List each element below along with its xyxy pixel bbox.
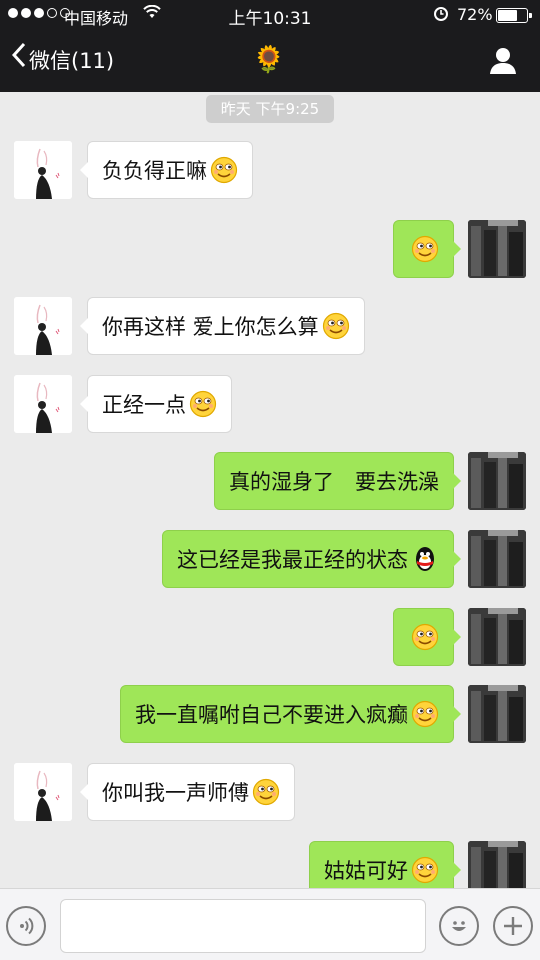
message-input[interactable] — [60, 899, 426, 953]
sent-message-bubble[interactable] — [393, 608, 461, 666]
chevron-left-icon — [11, 42, 26, 74]
battery-percent: 72% — [457, 5, 493, 24]
received-message-bubble[interactable]: 你叫我一声师傅 — [80, 763, 295, 821]
back-button[interactable]: 微信(11) — [11, 42, 115, 76]
received-message-bubble[interactable]: 正经一点 — [80, 375, 232, 433]
more-options-button[interactable] — [493, 906, 533, 946]
penguin-icon — [416, 547, 434, 571]
plus-icon — [504, 917, 522, 935]
person-icon — [490, 48, 516, 74]
my-avatar[interactable] — [468, 685, 526, 743]
message-text: 你再这样 爱上你怎么算 — [102, 315, 319, 339]
chat-area[interactable]: 昨天 下午9:25 负负得正嘛你再这样 爱上你怎么算 正经一点真的湿身了 要去洗澡… — [0, 92, 540, 888]
smirk-face-icon — [411, 700, 439, 728]
sent-message-bubble[interactable] — [393, 220, 461, 278]
my-avatar[interactable] — [468, 220, 526, 278]
my-avatar[interactable] — [468, 841, 526, 888]
voice-icon — [20, 917, 34, 935]
contact-avatar[interactable] — [14, 297, 72, 355]
message-text: 真的湿身了 要去洗澡 — [229, 470, 439, 494]
received-message-bubble[interactable]: 负负得正嘛 — [80, 141, 253, 199]
top-bar: 中国移动 上午10:31 72% 微信(11) 🌻 — [0, 0, 540, 92]
message-text: 正经一点 — [102, 393, 186, 417]
battery-icon — [496, 8, 532, 23]
message-text: 姑姑可好 — [324, 859, 408, 883]
my-avatar[interactable] — [468, 608, 526, 666]
emoji-button[interactable] — [439, 906, 479, 946]
my-avatar[interactable] — [468, 452, 526, 510]
message-text: 这已经是我最正经的状态 — [177, 548, 408, 572]
smirk-face-icon — [252, 778, 280, 806]
sent-message-bubble[interactable]: 我一直嘱咐自己不要进入疯癫 — [120, 685, 461, 743]
smirk-face-icon — [189, 390, 217, 418]
sent-message-bubble[interactable]: 真的湿身了 要去洗澡 — [214, 452, 461, 510]
contact-profile-button[interactable] — [488, 46, 518, 76]
my-avatar[interactable] — [468, 530, 526, 588]
back-label: 微信(11) — [29, 49, 115, 73]
contact-avatar[interactable] — [14, 763, 72, 821]
voice-input-button[interactable] — [6, 906, 46, 946]
contact-avatar[interactable] — [14, 375, 72, 433]
message-timestamp: 昨天 下午9:25 — [206, 95, 334, 123]
message-text: 我一直嘱咐自己不要进入疯癫 — [135, 703, 408, 727]
received-message-bubble[interactable]: 你再这样 爱上你怎么算 — [80, 297, 365, 355]
message-text: 负负得正嘛 — [102, 159, 207, 183]
sent-message-bubble[interactable]: 姑姑可好 — [309, 841, 461, 888]
smiley-icon — [452, 921, 466, 931]
smirk-face-icon — [411, 235, 439, 263]
sent-message-bubble[interactable]: 这已经是我最正经的状态 — [162, 530, 461, 588]
contact-avatar[interactable] — [14, 141, 72, 199]
smirk-face-icon — [210, 156, 238, 184]
input-bar — [0, 888, 540, 960]
sunflower-icon: 🌻 — [252, 45, 286, 75]
smirk-face-icon — [411, 623, 439, 651]
status-bar: 中国移动 上午10:31 72% — [0, 0, 540, 30]
smirk-face-icon — [322, 312, 349, 340]
alarm-icon — [433, 5, 449, 25]
message-text: 你叫我一声师傅 — [102, 781, 249, 805]
smirk-face-icon — [411, 856, 439, 884]
